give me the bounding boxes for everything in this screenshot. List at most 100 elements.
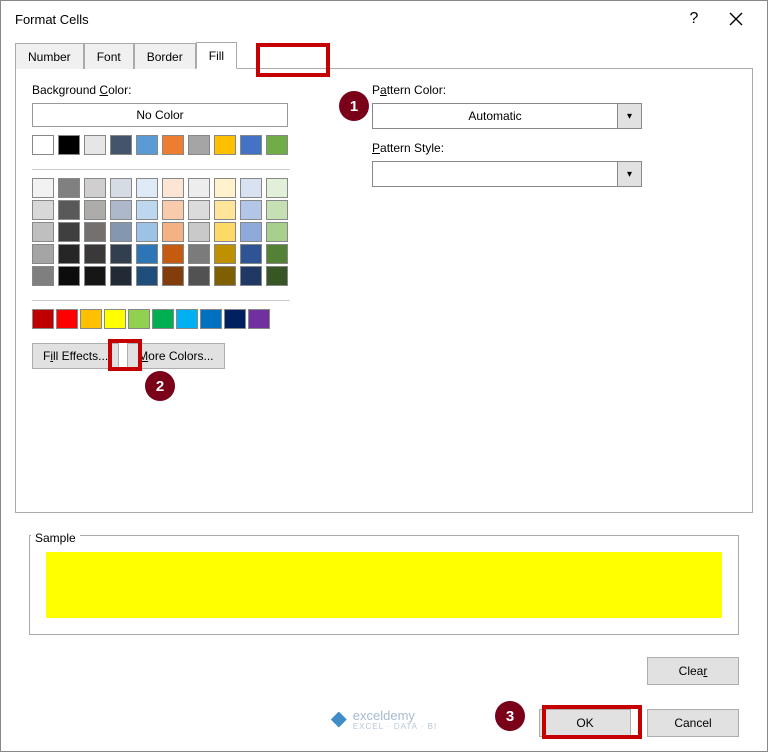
color-swatch[interactable] [110,266,132,286]
color-swatch[interactable] [136,135,158,155]
color-swatch[interactable] [32,135,54,155]
color-swatch[interactable] [266,135,288,155]
tab-number[interactable]: Number [15,43,84,69]
color-swatch[interactable] [110,244,132,264]
theme-color-grid [32,178,292,296]
color-swatch[interactable] [162,135,184,155]
callout-2: 2 [145,371,175,401]
color-swatch[interactable] [84,244,106,264]
color-swatch[interactable] [110,222,132,242]
pattern-color-dropdown[interactable]: Automatic ▾ [372,103,642,129]
color-swatch[interactable] [188,266,210,286]
help-button[interactable]: ? [673,4,715,34]
tab-font[interactable]: Font [84,43,134,69]
color-swatch[interactable] [84,200,106,220]
color-swatch[interactable] [240,135,262,155]
color-swatch[interactable] [240,244,262,264]
more-colors-button[interactable]: More Colors... [127,343,224,369]
color-swatch[interactable] [58,135,80,155]
close-icon [729,12,743,26]
color-swatch[interactable] [80,309,102,329]
color-swatch[interactable] [152,309,174,329]
bg-color-label: Background Color: [32,83,332,97]
color-swatch[interactable] [214,266,236,286]
color-swatch[interactable] [58,200,80,220]
color-swatch[interactable] [136,266,158,286]
sample-fill [46,552,722,618]
color-swatch[interactable] [214,200,236,220]
color-swatch[interactable] [188,135,210,155]
color-swatch[interactable] [104,309,126,329]
close-button[interactable] [715,4,757,34]
color-swatch[interactable] [84,222,106,242]
color-swatch[interactable] [136,200,158,220]
color-swatch[interactable] [32,200,54,220]
tab-fill[interactable]: Fill [196,42,237,69]
color-swatch[interactable] [110,135,132,155]
color-swatch[interactable] [32,266,54,286]
color-swatch[interactable] [240,178,262,198]
color-swatch[interactable] [136,244,158,264]
color-swatch[interactable] [248,309,270,329]
fill-effects-button[interactable]: Fill Effects... [32,343,119,369]
color-swatch[interactable] [32,178,54,198]
dialog-title: Format Cells [15,12,673,27]
color-swatch[interactable] [214,178,236,198]
cancel-button[interactable]: Cancel [647,709,739,737]
color-swatch[interactable] [188,244,210,264]
color-swatch[interactable] [32,309,54,329]
callout-1: 1 [339,91,369,121]
color-swatch[interactable] [176,309,198,329]
color-swatch[interactable] [240,222,262,242]
callout-3: 3 [495,701,525,731]
color-swatch[interactable] [214,222,236,242]
color-swatch[interactable] [214,244,236,264]
color-swatch[interactable] [32,244,54,264]
color-swatch[interactable] [240,266,262,286]
color-swatch[interactable] [32,222,54,242]
color-swatch[interactable] [162,222,184,242]
ok-button[interactable]: OK [539,709,631,737]
color-swatch[interactable] [136,222,158,242]
color-swatch[interactable] [58,244,80,264]
color-swatch[interactable] [266,178,288,198]
color-swatch[interactable] [84,135,106,155]
pattern-style-dropdown[interactable]: ▾ [372,161,642,187]
logo-icon [331,712,347,728]
color-swatch[interactable] [240,200,262,220]
color-swatch[interactable] [188,222,210,242]
color-swatch[interactable] [58,266,80,286]
color-swatch[interactable] [188,178,210,198]
pattern-style-label: Pattern Style: [372,141,736,155]
pattern-color-label: Pattern Color: [372,83,736,97]
color-swatch[interactable] [58,178,80,198]
no-color-button[interactable]: No Color [32,103,288,127]
chevron-down-icon: ▾ [617,162,641,186]
color-swatch[interactable] [110,178,132,198]
chevron-down-icon: ▾ [617,104,641,128]
color-swatch[interactable] [162,266,184,286]
color-swatch[interactable] [188,200,210,220]
color-swatch[interactable] [200,309,222,329]
watermark: exceldemy EXCEL · DATA · BI [331,708,437,731]
color-swatch[interactable] [266,200,288,220]
color-swatch[interactable] [266,244,288,264]
color-swatch[interactable] [266,266,288,286]
color-swatch[interactable] [162,244,184,264]
clear-button[interactable]: Clear [647,657,739,685]
color-swatch[interactable] [266,222,288,242]
tab-border[interactable]: Border [134,43,196,69]
color-swatch[interactable] [84,266,106,286]
color-swatch[interactable] [128,309,150,329]
color-swatch[interactable] [58,222,80,242]
color-swatch[interactable] [162,178,184,198]
color-swatch[interactable] [162,200,184,220]
color-swatch[interactable] [214,135,236,155]
sample-preview [29,535,739,635]
color-swatch[interactable] [56,309,78,329]
color-swatch[interactable] [136,178,158,198]
color-swatch[interactable] [224,309,246,329]
color-swatch[interactable] [110,200,132,220]
tab-strip: Number Font Border Fill [15,41,753,69]
color-swatch[interactable] [84,178,106,198]
